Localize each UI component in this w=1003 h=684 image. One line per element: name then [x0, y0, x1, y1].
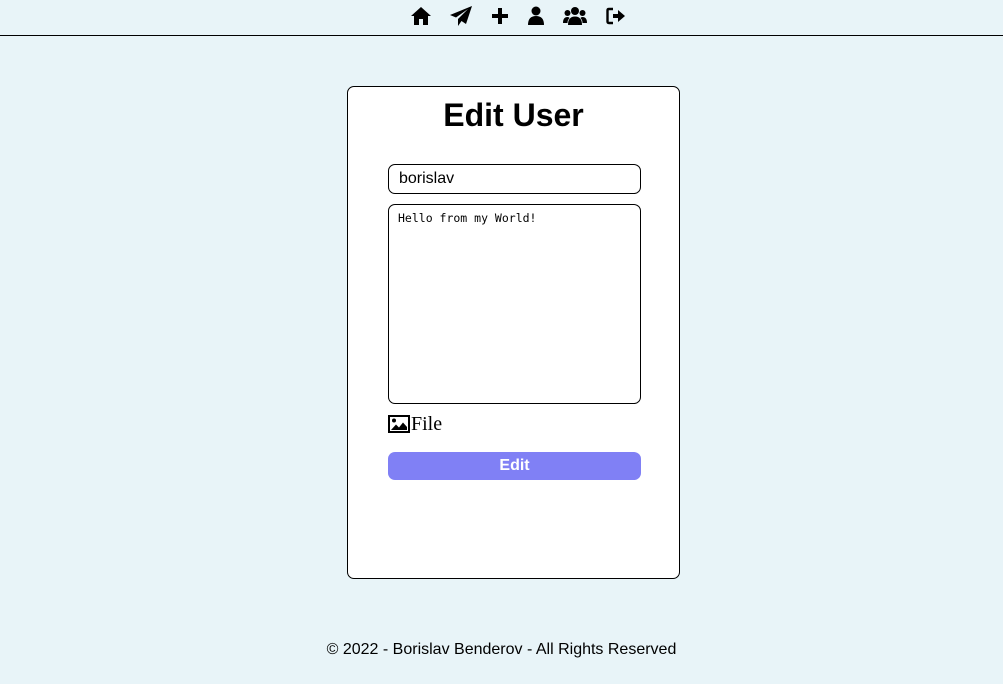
- page-title: Edit User: [443, 97, 584, 133]
- file-label-text: File: [411, 412, 443, 435]
- users-icon[interactable]: [563, 5, 587, 27]
- username-input[interactable]: [388, 164, 641, 194]
- user-icon[interactable]: [524, 5, 548, 27]
- top-navigation: [0, 0, 1003, 36]
- edit-user-card: Edit User Hello from my World! File Edit: [347, 86, 680, 579]
- send-icon[interactable]: [449, 5, 473, 27]
- file-upload[interactable]: File: [388, 412, 442, 436]
- edit-button[interactable]: Edit: [388, 452, 641, 480]
- plus-icon[interactable]: [488, 5, 512, 27]
- sign-out-icon[interactable]: [604, 5, 628, 27]
- footer-copyright: © 2022 - Borislav Benderov - All Rights …: [326, 641, 677, 658]
- home-icon[interactable]: [409, 5, 433, 27]
- image-icon: [388, 415, 410, 433]
- bio-textarea[interactable]: Hello from my World!: [388, 204, 641, 404]
